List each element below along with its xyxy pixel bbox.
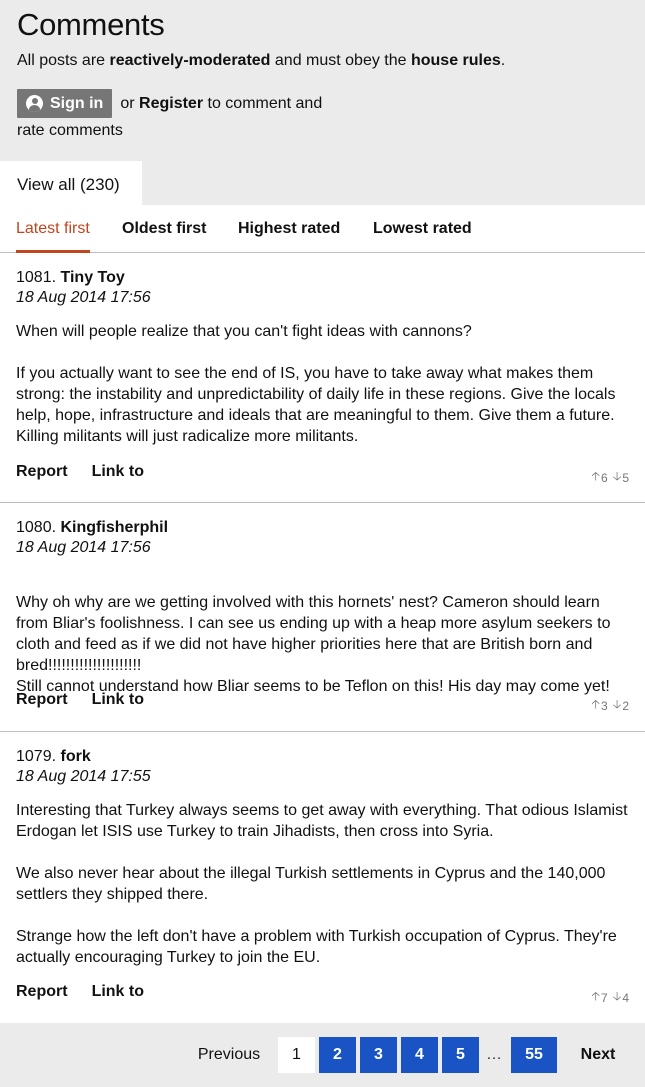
arrow-up-icon[interactable]: 🡡 [591, 467, 600, 488]
house-rules-notice: All posts are reactively-moderated and m… [17, 52, 506, 69]
comments-page: Comments All posts are reactively-modera… [0, 0, 645, 1087]
comment-paragraph: Why oh why are we getting involved with … [16, 594, 611, 695]
signin-row: Sign in or Register to comment and [17, 89, 322, 118]
comment-date: 18 Aug 2014 17:56 [16, 539, 151, 556]
user-icon [26, 95, 43, 112]
vote-counts: 🡡 3 🡣 2 [591, 695, 629, 716]
or-text: or [120, 94, 135, 112]
report-link[interactable]: Report [16, 983, 68, 1001]
view-all-tab[interactable]: View all (230) [0, 161, 142, 205]
page-title: Comments [17, 7, 165, 42]
comment-author[interactable]: fork [61, 748, 91, 765]
comment-prompt: to comment and [207, 94, 323, 112]
comment-paragraph: Interesting that Turkey always seems to … [16, 802, 628, 840]
rate-prompt: rate comments [17, 122, 123, 139]
comment-header: 1081. Tiny Toy [16, 268, 629, 288]
report-link[interactable]: Report [16, 691, 68, 709]
next-page-link[interactable]: Next [578, 1037, 618, 1073]
report-link[interactable]: Report [16, 463, 68, 481]
sign-in-button[interactable]: Sign in [17, 89, 113, 118]
link-to-link[interactable]: Link to [92, 463, 144, 481]
link-to-link[interactable]: Link to [92, 691, 144, 709]
arrow-down-icon[interactable]: 🡣 [613, 695, 622, 716]
pagination: Previous 1 2 3 4 5 … 55 Next [0, 1023, 645, 1087]
tab-lowest-rated[interactable]: Lowest rated [373, 220, 472, 238]
comment-body: Interesting that Turkey always seems to … [16, 800, 629, 968]
comment-item: 1079. fork 18 Aug 2014 17:55 Interesting… [0, 732, 645, 1023]
comment-paragraph: When will people realize that you can't … [16, 323, 472, 340]
comment-item: 1080. Kingfisherphil 18 Aug 2014 17:56 W… [0, 503, 645, 732]
arrow-up-icon[interactable]: 🡡 [591, 695, 600, 716]
tab-highest-rated[interactable]: Highest rated [238, 220, 340, 238]
vote-counts: 🡡 6 🡣 5 [591, 467, 629, 488]
arrow-down-icon[interactable]: 🡣 [613, 987, 622, 1008]
up-votes: 7 [601, 990, 608, 1005]
previous-page-link[interactable]: Previous [197, 1037, 261, 1073]
up-votes: 6 [601, 470, 608, 485]
sign-in-label: Sign in [50, 94, 104, 112]
tab-latest-first[interactable]: Latest first [16, 220, 90, 253]
comment-number: 1081. [16, 269, 57, 286]
house-rules-link[interactable]: house rules [411, 52, 501, 69]
moderation-type: reactively-moderated [109, 52, 271, 69]
comments-header: Comments All posts are reactively-modera… [0, 0, 645, 205]
comment-actions: Report Link to [16, 463, 144, 481]
link-to-link[interactable]: Link to [92, 983, 144, 1001]
comment-header: 1079. fork [16, 747, 629, 767]
comment-date: 18 Aug 2014 17:56 [16, 289, 151, 306]
arrow-up-icon[interactable]: 🡡 [591, 987, 600, 1008]
comment-actions: Report Link to [16, 691, 144, 709]
arrow-down-icon[interactable]: 🡣 [613, 467, 622, 488]
page-link[interactable]: 2 [319, 1037, 356, 1073]
down-votes: 4 [622, 990, 629, 1005]
page-link-last[interactable]: 55 [511, 1037, 557, 1073]
down-votes: 2 [622, 698, 629, 713]
register-link[interactable]: Register [139, 95, 203, 112]
up-votes: 3 [601, 698, 608, 713]
comment-paragraph: Strange how the left don't have a proble… [16, 928, 617, 966]
page-link[interactable]: 3 [360, 1037, 397, 1073]
comment-paragraph: We also never hear about the illegal Tur… [16, 865, 606, 903]
page-link[interactable]: 5 [442, 1037, 479, 1073]
comment-number: 1079. [16, 748, 57, 765]
comment-header: 1080. Kingfisherphil [16, 518, 629, 538]
vote-counts: 🡡 7 🡣 4 [591, 987, 629, 1008]
page-link[interactable]: 4 [401, 1037, 438, 1073]
sort-tabs: Latest first Oldest first Highest rated … [0, 205, 645, 253]
comment-number: 1080. [16, 519, 57, 536]
comment-actions: Report Link to [16, 983, 144, 1001]
down-votes: 5 [622, 470, 629, 485]
comment-date: 18 Aug 2014 17:55 [16, 768, 151, 785]
comment-item: 1081. Tiny Toy 18 Aug 2014 17:56 When wi… [0, 253, 645, 503]
tab-oldest-first[interactable]: Oldest first [122, 220, 206, 238]
comment-body: When will people realize that you can't … [16, 321, 629, 447]
page-current: 1 [278, 1037, 315, 1073]
comment-author[interactable]: Tiny Toy [61, 269, 125, 286]
page-ellipsis: … [486, 1046, 502, 1063]
comment-author[interactable]: Kingfisherphil [61, 519, 169, 536]
comment-paragraph: If you actually want to see the end of I… [16, 365, 616, 445]
